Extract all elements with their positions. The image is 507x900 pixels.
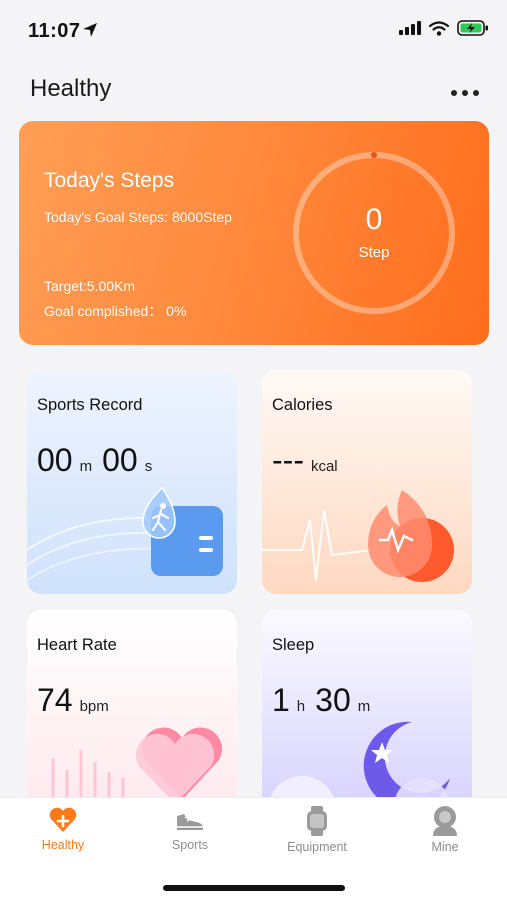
steps-count: 0 <box>365 203 383 236</box>
sneaker-icon <box>177 814 203 830</box>
heart-plus-icon <box>49 807 77 832</box>
calories-unit: kcal <box>310 458 338 475</box>
heart-rate-value: 74 <box>37 682 73 718</box>
steps-target-label: Target:5.00Km <box>44 278 136 294</box>
sleep-card[interactable]: Sleep 1 h 30 m <box>262 610 472 810</box>
tab-sports-label: Sports <box>171 838 209 852</box>
heart-rate-value-group: 74 bpm <box>37 682 119 719</box>
sleep-hours: 1 <box>272 682 290 718</box>
steps-goal-label: Today's Goal Steps: 8000Step <box>44 209 232 225</box>
battery-charging-icon <box>457 20 488 36</box>
sleep-minutes-unit: m <box>357 698 371 715</box>
location-arrow-icon <box>83 23 97 37</box>
wifi-icon <box>429 20 449 36</box>
sleep-minutes: 30 <box>315 682 351 718</box>
tab-equipment-label: Equipment <box>287 840 347 854</box>
calories-value-group: --- kcal <box>272 442 348 479</box>
user-icon <box>433 806 457 836</box>
tab-mine[interactable]: Mine <box>390 806 500 854</box>
today-steps-card[interactable]: Today's Steps Today's Goal Steps: 8000St… <box>19 121 489 345</box>
home-indicator <box>163 885 345 891</box>
more-horizontal-icon <box>451 90 457 96</box>
sleep-duration: 1 h 30 m <box>272 682 380 719</box>
tab-healthy[interactable]: Healthy <box>8 806 118 852</box>
calories-value: --- <box>272 442 304 478</box>
heart-rate-unit: bpm <box>79 698 109 715</box>
steps-complete-label: Goal complished： 0% <box>44 303 187 319</box>
sports-duration: 00 m 00 s <box>37 442 162 479</box>
tab-mine-label: Mine <box>431 840 459 854</box>
status-bar: 11:07 <box>0 0 507 60</box>
cellular-signal-icon <box>399 21 421 35</box>
more-options-button[interactable] <box>447 86 479 100</box>
sports-seconds: 00 <box>102 442 138 478</box>
status-icons <box>399 20 489 36</box>
status-time: 11:07 <box>28 20 81 42</box>
sports-minutes: 00 <box>37 442 73 478</box>
sleep-title: Sleep <box>272 636 315 654</box>
steps-unit: Step <box>358 244 390 261</box>
header: Healthy <box>0 60 507 116</box>
heart-rate-card[interactable]: Heart Rate 74 bpm <box>27 610 237 810</box>
sports-record-card[interactable]: Sports Record 00 m 00 s <box>27 370 237 594</box>
sleep-hours-unit: h <box>296 698 306 715</box>
page-title: Healthy <box>30 75 112 102</box>
tab-equipment[interactable]: Equipment <box>262 806 372 854</box>
calories-card[interactable]: Calories --- kcal <box>262 370 472 594</box>
steps-title: Today's Steps <box>44 169 175 192</box>
smartwatch-icon <box>307 806 327 836</box>
sports-seconds-unit: s <box>144 458 153 475</box>
sports-minutes-unit: m <box>79 458 93 475</box>
sports-record-title: Sports Record <box>37 396 143 414</box>
tab-sports[interactable]: Sports <box>135 806 245 852</box>
calories-title: Calories <box>272 396 333 414</box>
heart-rate-title: Heart Rate <box>37 636 117 654</box>
tab-healthy-label: Healthy <box>41 838 85 852</box>
